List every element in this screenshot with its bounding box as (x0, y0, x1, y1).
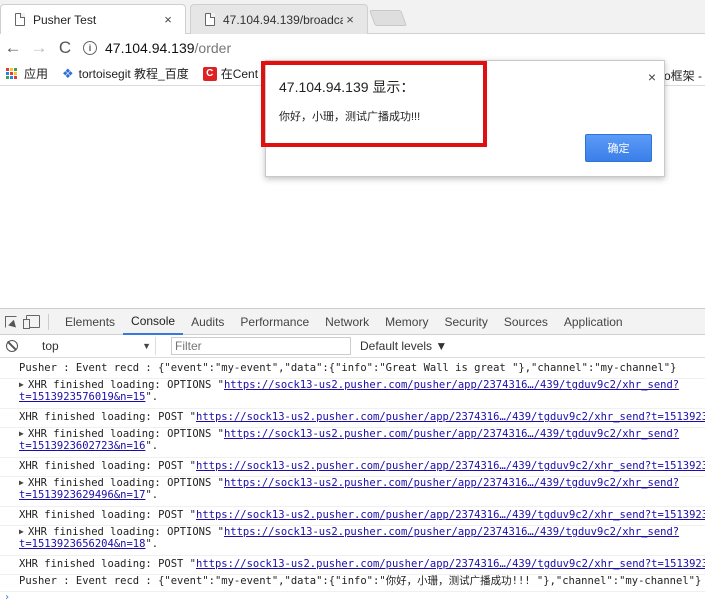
request-url[interactable]: https://sock13-us2.pusher.com/pusher/app… (196, 509, 705, 521)
clear-console-icon[interactable] (6, 340, 18, 352)
console-message: XHR finished loading: POST "https://sock… (0, 411, 705, 428)
tab-broadcast[interactable]: 47.104.94.139/broadcas × (190, 4, 368, 34)
bookmark-label: 应用 (24, 67, 49, 81)
request-url-cont[interactable]: t=1513923602723&n=16". (19, 440, 705, 452)
divider (48, 313, 49, 330)
info-icon[interactable]: i (83, 41, 97, 55)
expand-triangle-icon[interactable]: ▶ (19, 477, 24, 489)
browser-toolbar: ← → C i 47.104.94.139 /order (0, 34, 705, 62)
bookmark-centos[interactable]: C 在Cent (202, 65, 259, 82)
page-icon (15, 13, 25, 26)
request-url-cont[interactable]: t=1513923576019&n=15". (19, 391, 705, 403)
inspect-element-icon[interactable] (0, 311, 22, 333)
devtools-tabbar: Elements Console Audits Performance Netw… (0, 309, 705, 335)
message-suffix: ". (145, 538, 159, 550)
message-prefix: XHR finished loading: POST " (19, 558, 197, 570)
expand-triangle-icon[interactable]: ▶ (19, 428, 24, 440)
reload-button[interactable]: C (52, 36, 78, 60)
request-url-cont[interactable]: t=1513923656204&n=18". (19, 538, 705, 550)
console-filter-bar: top ▼ Default levels ▼ (0, 335, 705, 358)
message-prefix: XHR finished loading: OPTIONS " (28, 526, 224, 538)
message-suffix: ". (145, 489, 159, 501)
console-message[interactable]: ▶ XHR finished loading: OPTIONS "https:/… (0, 526, 705, 556)
bookmark-label: tortoisegit 教程_百度 (78, 67, 189, 81)
dialog-message: 你好，小珊，测试广播成功!!! (279, 111, 421, 123)
message-suffix: ". (145, 391, 159, 403)
page-icon (205, 13, 215, 26)
request-url[interactable]: https://sock13-us2.pusher.com/pusher/app… (224, 477, 679, 489)
tab-network[interactable]: Network (317, 309, 377, 335)
csdn-icon: C (202, 66, 217, 81)
bookmark-tortoisegit[interactable]: ❖ tortoisegit 教程_百度 (62, 65, 189, 82)
tab-elements[interactable]: Elements (57, 309, 123, 335)
console-message[interactable]: ▶ XHR finished loading: OPTIONS "https:/… (0, 428, 705, 458)
tab-console[interactable]: Console (123, 309, 184, 335)
dialog-title: 47.104.94.139 显示： (279, 79, 415, 95)
request-url-cont[interactable]: t=1513923629496&n=17". (19, 489, 705, 501)
close-icon[interactable]: × (161, 12, 175, 27)
message-prefix: XHR finished loading: OPTIONS " (28, 379, 224, 391)
message-prefix: XHR finished loading: OPTIONS " (28, 428, 224, 440)
context-value: top (42, 339, 59, 353)
message-prefix: XHR finished loading: POST " (19, 411, 197, 423)
console-message: Pusher : Event recd : {"event":"my-event… (0, 575, 705, 592)
message-text: Pusher : Event recd : {"event":"my-event… (19, 575, 702, 587)
device-toolbar-icon[interactable] (22, 311, 44, 333)
message-prefix: XHR finished loading: POST " (19, 460, 197, 472)
message-text: Pusher : Event recd : {"event":"my-event… (19, 362, 677, 374)
message-suffix: ". (145, 440, 159, 452)
tab-title: 47.104.94.139/broadcas (223, 12, 343, 27)
bookmark-framework[interactable]: o框架 - P (664, 67, 705, 84)
close-icon[interactable]: × (648, 69, 656, 85)
console-message: XHR finished loading: POST "https://sock… (0, 509, 705, 526)
console-message: Pusher : Event recd : {"event":"my-event… (0, 362, 705, 379)
console-prompt-icon[interactable]: › (4, 592, 10, 600)
tab-strip: Pusher Test × 47.104.94.139/broadcas × (0, 0, 705, 34)
forward-button[interactable]: → (26, 36, 52, 60)
url-path: /order (194, 40, 232, 56)
request-url[interactable]: https://sock13-us2.pusher.com/pusher/app… (224, 428, 679, 440)
alert-dialog: 47.104.94.139 显示： 你好，小珊，测试广播成功!!! × 确定 (265, 60, 665, 177)
context-selector[interactable]: top ▼ (30, 337, 156, 355)
url-host: 47.104.94.139 (105, 40, 195, 56)
tab-sources[interactable]: Sources (496, 309, 556, 335)
message-prefix: XHR finished loading: POST " (19, 509, 197, 521)
request-url[interactable]: https://sock13-us2.pusher.com/pusher/app… (196, 411, 705, 423)
log-levels-dropdown[interactable]: Default levels ▼ (360, 339, 447, 353)
filter-input[interactable] (171, 337, 351, 355)
console-message[interactable]: ▶ XHR finished loading: OPTIONS "https:/… (0, 477, 705, 507)
tab-security[interactable]: Security (436, 309, 495, 335)
address-bar[interactable]: i 47.104.94.139 /order (83, 37, 703, 59)
console-message: XHR finished loading: POST "https://sock… (0, 558, 705, 575)
console-message: XHR finished loading: POST "https://sock… (0, 460, 705, 477)
new-tab-button[interactable] (369, 10, 407, 26)
baidu-paw-icon: ❖ (62, 65, 74, 81)
tab-application[interactable]: Application (556, 309, 631, 335)
expand-triangle-icon[interactable]: ▶ (19, 526, 24, 538)
back-button[interactable]: ← (0, 36, 26, 60)
request-url[interactable]: https://sock13-us2.pusher.com/pusher/app… (224, 379, 679, 391)
request-url[interactable]: https://sock13-us2.pusher.com/pusher/app… (196, 460, 705, 472)
console-message[interactable]: ▶ XHR finished loading: OPTIONS "https:/… (0, 379, 705, 409)
tab-title: Pusher Test (33, 12, 97, 27)
message-prefix: XHR finished loading: OPTIONS " (28, 477, 224, 489)
tab-memory[interactable]: Memory (377, 309, 436, 335)
bookmark-apps[interactable]: 应用 (6, 65, 48, 82)
ok-button[interactable]: 确定 (585, 134, 652, 162)
chevron-down-icon: ▼ (142, 341, 151, 351)
tab-pusher-test[interactable]: Pusher Test × (0, 4, 186, 34)
tab-performance[interactable]: Performance (232, 309, 317, 335)
tab-audits[interactable]: Audits (183, 309, 232, 335)
bookmark-label: 在Cent (220, 67, 259, 81)
apps-icon (6, 67, 18, 80)
request-url[interactable]: https://sock13-us2.pusher.com/pusher/app… (196, 558, 705, 570)
request-url[interactable]: https://sock13-us2.pusher.com/pusher/app… (224, 526, 679, 538)
close-icon[interactable]: × (343, 12, 357, 27)
expand-triangle-icon[interactable]: ▶ (19, 379, 24, 391)
